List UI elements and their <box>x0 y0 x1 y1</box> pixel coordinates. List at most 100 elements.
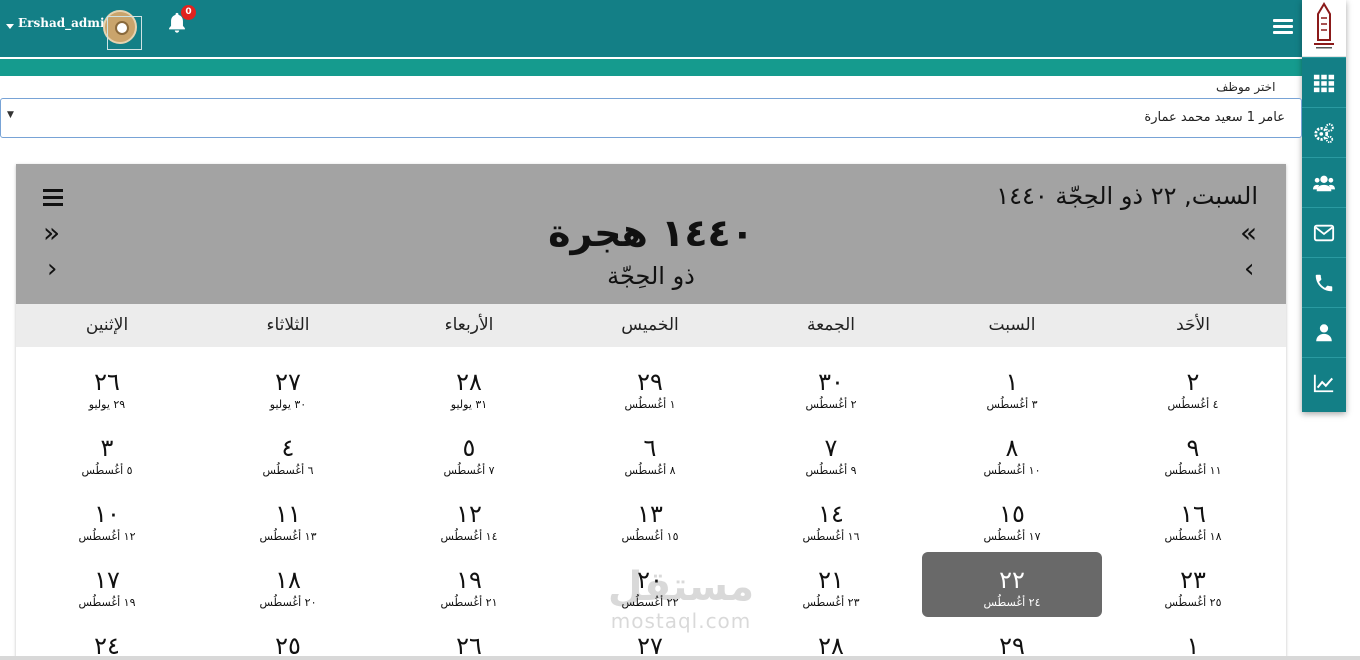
calendar-day[interactable]: ١ ٣ أغُسطُس <box>922 354 1102 419</box>
calendar-day-selected[interactable]: ٢٢ ٢٤ أغُسطُس <box>922 552 1102 617</box>
org-logo <box>1302 0 1346 57</box>
weekday-label: الأربعاء <box>444 315 494 335</box>
hijri-day-number: ١ <box>1005 368 1019 396</box>
calendar-day[interactable]: ١ <box>1103 618 1283 660</box>
broken-image-icon <box>107 16 142 50</box>
calendar-day[interactable]: ١٦ ١٨ أغُسطُس <box>1103 486 1283 551</box>
hijri-day-number: ٢٧ <box>275 368 301 396</box>
calendar-day[interactable]: ٢٦ <box>379 618 559 660</box>
hijri-day-number: ٢٩ <box>637 368 663 396</box>
calendar-day[interactable]: ٥ ٧ أغُسطُس <box>379 420 559 485</box>
calendar-day[interactable]: ٩ ١١ أغُسطُس <box>1103 420 1283 485</box>
hijri-day-number: ١١ <box>275 500 301 528</box>
calendar-day[interactable]: ٢ ٤ أغُسطُس <box>1103 354 1283 419</box>
hijri-day-number: ٢٠ <box>637 566 663 594</box>
calendar-header: السبت, ٢٢ ذو الحِجّة ١٤٤٠ ١٤٤٠ هجرة ذو ا… <box>16 164 1286 304</box>
gregorian-date: ٩ أغُسطُس <box>805 464 857 477</box>
calendar-menu-icon[interactable] <box>43 189 63 207</box>
calendar-current-date: السبت, ٢٢ ذو الحِجّة ١٤٤٠ <box>996 182 1258 210</box>
gregorian-date: ١٤ أغُسطُس <box>440 530 498 543</box>
gregorian-date: ٢٥ أغُسطُس <box>1164 596 1222 609</box>
prev-year-button[interactable]: « <box>1240 219 1257 247</box>
calendar-day[interactable]: ٣٠ ٢ أغُسطُس <box>741 354 921 419</box>
phone-icon <box>1315 274 1333 291</box>
calendar-day[interactable]: ١٢ ١٤ أغُسطُس <box>379 486 559 551</box>
sidebar-item-users[interactable] <box>1302 157 1346 207</box>
calendar-day[interactable]: ٧ ٩ أغُسطُس <box>741 420 921 485</box>
line-chart-icon <box>1313 374 1334 392</box>
prev-month-button[interactable]: ‹ <box>1244 256 1254 282</box>
calendar-day[interactable]: ٢٨ ٣١ يوليو <box>379 354 559 419</box>
hijri-day-number: ٢٦ <box>94 368 120 396</box>
calendar-day[interactable]: ٣ ٥ أغُسطُس <box>17 420 197 485</box>
calendar-day[interactable]: ٢٩ <box>922 618 1102 660</box>
hijri-day-number: ١٣ <box>637 500 663 528</box>
calendar-day[interactable]: ٢٣ ٢٥ أغُسطُس <box>1103 552 1283 617</box>
calendar-day[interactable]: ٢٨ <box>741 618 921 660</box>
hijri-day-number: ٥ <box>462 434 476 462</box>
calendar-day[interactable]: ٢٤ <box>17 618 197 660</box>
grid-icon <box>1313 74 1335 92</box>
gregorian-date: ١٦ أغُسطُس <box>802 530 860 543</box>
gregorian-date: ١٩ أغُسطُس <box>78 596 136 609</box>
calendar-day[interactable]: ١٧ ١٩ أغُسطُس <box>17 552 197 617</box>
gregorian-date: ٨ أغُسطُس <box>624 464 676 477</box>
calendar-day[interactable]: ١٤ ١٦ أغُسطُس <box>741 486 921 551</box>
sidebar-item-settings[interactable] <box>1302 107 1346 157</box>
gregorian-date: ٢٢ أغُسطُس <box>621 596 679 609</box>
next-year-button[interactable]: » <box>43 219 60 247</box>
gregorian-date: ١٥ أغُسطُس <box>621 530 679 543</box>
calendar-day[interactable]: ١٩ ٢١ أغُسطُس <box>379 552 559 617</box>
calendar-day[interactable]: ١٨ ٢٠ أغُسطُس <box>198 552 378 617</box>
employee-select-value: عامر 1 سعيد محمد عمارة <box>1144 110 1285 125</box>
sidebar-item-contact[interactable] <box>1302 257 1346 307</box>
employee-select[interactable]: ▼ عامر 1 سعيد محمد عمارة <box>0 98 1302 138</box>
calendar-year-title: ١٤٤٠ هجرة <box>548 211 754 255</box>
sidebar-item-dashboard[interactable] <box>1302 57 1346 107</box>
calendar-day[interactable]: ٢٥ <box>198 618 378 660</box>
calendar-day[interactable]: ٢١ ٢٣ أغُسطُس <box>741 552 921 617</box>
username-label: Ershad_admin <box>18 16 114 30</box>
calendar-day[interactable]: ٨ ١٠ أغُسطُس <box>922 420 1102 485</box>
hijri-day-number: ١٧ <box>94 566 120 594</box>
calendar-day[interactable]: ٢٧ ٣٠ يوليو <box>198 354 378 419</box>
dropdown-arrow-icon: ▼ <box>7 110 14 120</box>
caret-down-icon <box>6 23 14 29</box>
bottom-scroll-strip <box>0 656 1360 660</box>
hijri-day-number: ١٩ <box>456 566 482 594</box>
weekday-label: الجمعة <box>806 315 856 335</box>
gregorian-date: ١٣ أغُسطُس <box>259 530 317 543</box>
sidebar-item-messages[interactable] <box>1302 207 1346 257</box>
calendar-day[interactable]: ١٥ ١٧ أغُسطُس <box>922 486 1102 551</box>
menu-toggle-icon[interactable] <box>1273 19 1293 37</box>
calendar-day[interactable]: ١٣ ١٥ أغُسطُس <box>560 486 740 551</box>
calendar-day[interactable]: ٢٧ <box>560 618 740 660</box>
calendar-day[interactable]: ٢٦ ٢٩ يوليو <box>17 354 197 419</box>
gregorian-date: ٦ أغُسطُس <box>262 464 314 477</box>
hijri-day-number: ٩ <box>1186 434 1200 462</box>
gregorian-date: ٣ أغُسطُس <box>986 398 1038 411</box>
calendar-day[interactable]: ٢٠ ٢٢ أغُسطُس <box>560 552 740 617</box>
user-icon <box>1316 323 1332 341</box>
hijri-day-number: ٢٣ <box>1180 566 1206 594</box>
calendar-day[interactable]: ٤ ٦ أغُسطُس <box>198 420 378 485</box>
user-menu-toggle[interactable]: Ershad_admin <box>6 16 113 30</box>
sidebar-item-profile[interactable] <box>1302 307 1346 357</box>
employee-select-label: اختر موظف <box>1216 80 1276 94</box>
hijri-day-number: ١٠ <box>94 500 120 528</box>
next-month-button[interactable]: › <box>47 256 57 282</box>
gregorian-date: ٢١ أغُسطُس <box>440 596 498 609</box>
sidebar-item-reports[interactable] <box>1302 357 1346 407</box>
gregorian-date: ٢٤ أغُسطُس <box>983 596 1041 609</box>
gregorian-date: ٣١ يوليو <box>450 398 488 411</box>
gears-icon <box>1314 122 1334 143</box>
hijri-calendar: السبت, ٢٢ ذو الحِجّة ١٤٤٠ ١٤٤٠ هجرة ذو ا… <box>16 164 1286 660</box>
calendar-day[interactable]: ١٠ ١٢ أغُسطُس <box>17 486 197 551</box>
calendar-day[interactable]: ٦ ٨ أغُسطُس <box>560 420 740 485</box>
hijri-day-number: ١٥ <box>999 500 1025 528</box>
calendar-day[interactable]: ٢٩ ١ أغُسطُس <box>560 354 740 419</box>
calendar-day[interactable]: ١١ ١٣ أغُسطُس <box>198 486 378 551</box>
gregorian-date: ٣٠ يوليو <box>269 398 307 411</box>
gregorian-date: ٢٠ أغُسطُس <box>259 596 317 609</box>
hijri-day-number: ٣ <box>100 434 114 462</box>
